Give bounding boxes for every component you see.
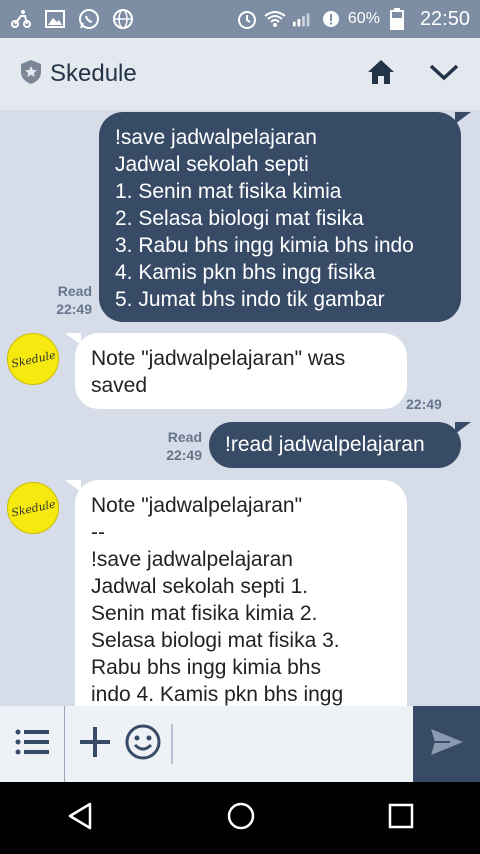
back-icon[interactable] <box>66 801 94 836</box>
input-bar <box>0 706 480 782</box>
message-line: !read jadwalpelajaran <box>225 433 425 456</box>
menu-button[interactable] <box>0 706 66 782</box>
message-line: Senin mat fisika kimia 2. <box>91 602 318 625</box>
incoming-message[interactable]: Note "jadwalpelajaran" was saved <box>65 333 407 409</box>
avatar-label: Skedule <box>9 347 57 371</box>
wifi-icon <box>264 8 286 30</box>
signal-icon <box>292 8 314 30</box>
chat-area[interactable]: Read 22:49 !save jadwalpelajaran Jadwal … <box>0 110 480 706</box>
chat-header: Skedule <box>0 38 480 110</box>
recents-icon[interactable] <box>388 803 414 834</box>
bot-avatar[interactable]: Skedule <box>7 333 59 385</box>
plus-icon <box>79 726 111 763</box>
read-receipt: Read <box>167 429 202 445</box>
list-menu-icon <box>15 728 50 761</box>
message-line: saved <box>91 374 148 397</box>
message-line: 5. Jumat bhs indo tik gambar <box>115 288 385 311</box>
message-line: Selasa biologi mat fisika 3. <box>91 629 340 652</box>
bot-avatar[interactable]: Skedule <box>7 482 59 534</box>
home-circle-icon[interactable] <box>226 801 256 836</box>
globe-icon <box>112 8 134 30</box>
scooter-icon <box>10 8 32 30</box>
data-saver-icon <box>320 8 342 30</box>
message-meta: Read 22:49 <box>48 282 92 318</box>
message-line: Note "jadwalpelajaran" <box>91 494 303 517</box>
shield-star-icon <box>20 59 42 90</box>
message-line: 1. Senin mat fisika kimia <box>115 180 342 203</box>
message-line: Jadwal sekolah septi 1. <box>91 575 309 598</box>
message-line: -- <box>91 521 105 544</box>
message-input[interactable] <box>171 724 414 764</box>
message-line: !save jadwalpelajaran <box>115 126 317 149</box>
message-time: 22:49 <box>56 301 92 317</box>
emoji-button[interactable] <box>125 706 161 782</box>
message-line: indo 4. Kamis pkn bhs ingg <box>91 683 344 706</box>
message-meta: Read 22:49 <box>156 428 202 464</box>
battery-percent: 60% <box>347 10 380 27</box>
message-line: Rabu bhs ingg kimia bhs <box>91 656 321 679</box>
clock: 22:50 <box>419 7 470 30</box>
incoming-message[interactable]: Note "jadwalpelajaran" -- !save jadwalpe… <box>65 480 407 706</box>
message-time: 22:49 <box>166 447 202 463</box>
status-bar: 60% 22:50 <box>0 0 480 38</box>
message-line: 3. Rabu bhs ingg kimia bhs indo <box>115 234 414 257</box>
chevron-down-icon[interactable] <box>428 62 460 87</box>
message-line: 4. Kamis pkn bhs ingg fisika <box>115 261 376 284</box>
system-nav-bar <box>0 782 480 854</box>
chat-title: Skedule <box>50 60 137 87</box>
alarm-icon <box>236 8 258 30</box>
message-line: Note "jadwalpelajaran" was <box>91 347 346 370</box>
attach-button[interactable] <box>65 706 125 782</box>
avatar-label: Skedule <box>9 496 57 520</box>
gallery-icon <box>44 8 66 30</box>
outgoing-message[interactable]: !read jadwalpelajaran <box>209 422 471 468</box>
message-line: !save jadwalpelajaran <box>91 548 293 571</box>
whatsapp-icon <box>78 8 100 30</box>
battery-icon <box>386 8 408 30</box>
message-line: 2. Selasa biologi mat fisika <box>115 207 364 230</box>
outgoing-message[interactable]: !save jadwalpelajaran Jadwal sekolah sep… <box>99 112 471 322</box>
message-time: 22:49 <box>406 396 442 412</box>
smiley-icon <box>125 724 161 765</box>
message-line: Jadwal sekolah septi <box>115 153 309 176</box>
send-button[interactable] <box>413 706 480 782</box>
send-icon <box>430 728 464 761</box>
read-receipt: Read <box>57 283 92 299</box>
home-icon[interactable] <box>366 58 396 91</box>
